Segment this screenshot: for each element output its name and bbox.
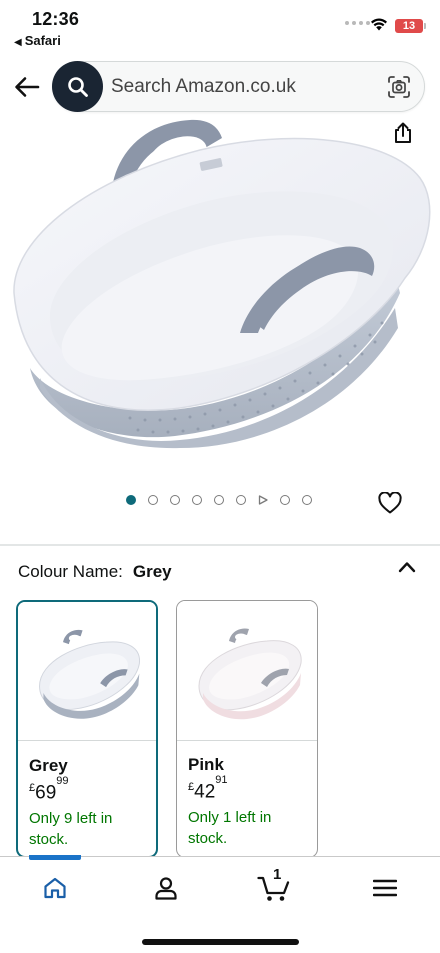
home-icon [44, 877, 66, 899]
image-carousel-dots[interactable] [126, 495, 312, 505]
nav-home[interactable] [40, 873, 70, 903]
search-bar[interactable] [52, 61, 425, 112]
video-play-icon[interactable] [258, 495, 268, 505]
share-icon[interactable] [392, 122, 414, 144]
price-currency: £ [188, 781, 195, 794]
price-minor: 91 [215, 774, 228, 786]
carousel-dot-active[interactable] [126, 495, 136, 505]
search-icon [67, 76, 88, 97]
carousel-dot[interactable] [192, 495, 202, 505]
stock-status: Only 9 left in stock. [29, 810, 113, 848]
status-bar: 12:36 ◀ Safari 13 [0, 0, 440, 50]
swatch-price: £6999 [29, 775, 69, 804]
swatch-thumbnail [18, 602, 156, 741]
back-arrow-icon[interactable] [14, 76, 40, 98]
search-header [0, 58, 440, 116]
bottom-navigation: 1 [0, 855, 440, 953]
carousel-dot[interactable] [302, 495, 312, 505]
active-tab-indicator [29, 855, 81, 860]
swatch-name: Pink [188, 755, 224, 774]
nav-menu[interactable] [370, 873, 400, 903]
carousel-dot[interactable] [148, 495, 158, 505]
search-button[interactable] [52, 61, 103, 112]
price-major: 42 [194, 781, 216, 803]
colour-selected: Grey [132, 562, 172, 581]
price-major: 69 [35, 782, 57, 804]
cellular-signal-icon [345, 21, 370, 25]
stock-status: Only 1 left in stock. [188, 809, 272, 847]
grey-basket-thumbnail [39, 629, 140, 719]
swatch-pink[interactable]: Pink £4291 Only 1 left in stock. [176, 600, 318, 858]
heart-icon[interactable] [378, 492, 402, 514]
colour-label: Colour Name: [18, 562, 123, 581]
carousel-dot[interactable] [214, 495, 224, 505]
price-currency: £ [29, 782, 36, 795]
menu-icon [373, 879, 397, 897]
battery-level: 13 [402, 20, 416, 32]
wifi-icon [371, 18, 387, 31]
account-icon [155, 877, 177, 900]
battery-indicator: 13 [395, 19, 426, 33]
swatch-grey[interactable]: Grey £6999 Only 9 left in stock. [16, 600, 158, 858]
price-minor: 99 [56, 775, 69, 787]
product-image[interactable] [0, 118, 440, 478]
section-divider [0, 544, 440, 546]
back-to-safari[interactable]: ◀ Safari [14, 33, 61, 48]
swatch-name: Grey [29, 756, 68, 775]
camera-scan-icon[interactable] [387, 75, 411, 99]
swatch-price: £4291 [188, 774, 228, 803]
carousel-dot[interactable] [236, 495, 246, 505]
clock: 12:36 [32, 9, 80, 29]
pink-basket-thumbnail [198, 628, 302, 720]
back-app-label: Safari [24, 33, 61, 48]
carousel-dot[interactable] [280, 495, 290, 505]
back-triangle-icon: ◀ [14, 37, 22, 48]
chevron-up-icon[interactable] [398, 560, 416, 574]
cart-count-badge: 1 [273, 866, 282, 883]
swatch-thumbnail [177, 601, 317, 741]
colour-name-row: Colour Name: Grey [18, 562, 172, 582]
carousel-dot[interactable] [170, 495, 180, 505]
moses-basket-image [13, 119, 431, 449]
search-input[interactable] [111, 62, 371, 111]
home-indicator-bar[interactable] [142, 939, 299, 945]
nav-account[interactable] [151, 873, 181, 903]
